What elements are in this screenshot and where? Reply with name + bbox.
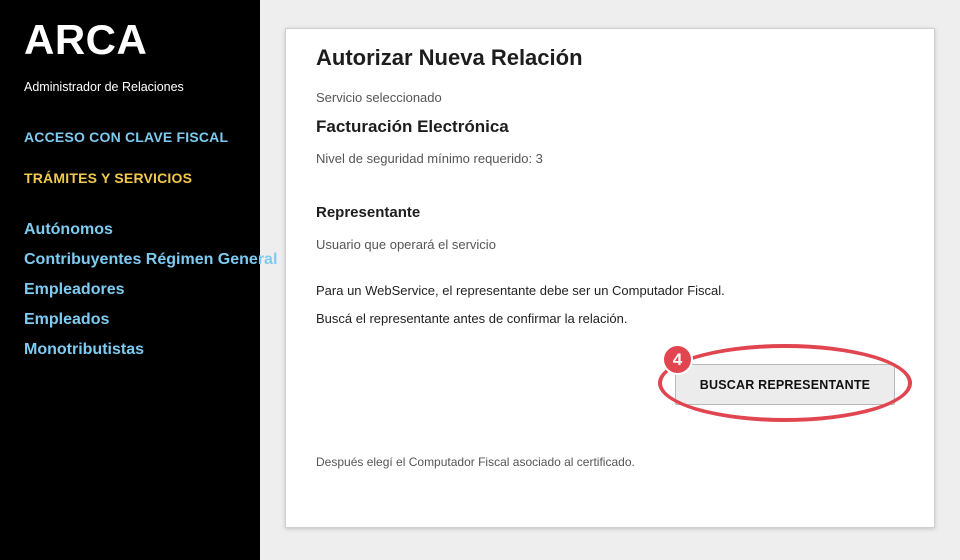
authorize-relation-card: Autorizar Nueva Relación Servicio selecc… [285, 28, 935, 528]
nav-item-empleados[interactable]: Empleados [24, 309, 277, 339]
nav-item-empleadores[interactable]: Empleadores [24, 279, 277, 309]
brand-title: ARCA [24, 16, 148, 63]
step-badge: 4 [662, 344, 693, 375]
representative-user-label: Usuario que operará el servicio [316, 237, 496, 252]
brand-subtitle: Administrador de Relaciones [24, 80, 184, 94]
footnote: Después elegí el Computador Fiscal asoci… [316, 455, 635, 469]
representative-heading: Representante [316, 204, 421, 221]
nav-section-clave-fiscal[interactable]: ACCESO CON CLAVE FISCAL [24, 129, 228, 145]
search-hint: Buscá el representante antes de confirma… [316, 311, 628, 326]
nav-section-tramites[interactable]: TRÁMITES Y SERVICIOS [24, 170, 192, 186]
sidebar: ARCA Administrador de Relaciones ACCESO … [0, 0, 277, 560]
nav-item-contribuyentes[interactable]: Contribuyentes Régimen General [24, 249, 277, 279]
page-title: Autorizar Nueva Relación [316, 45, 583, 70]
search-representative-button[interactable]: BUSCAR REPRESENTANTE [675, 364, 895, 405]
service-name: Facturación Electrónica [316, 117, 509, 136]
webservice-note: Para un WebService, el representante deb… [316, 283, 725, 298]
nav-list: Autónomos Contribuyentes Régimen General… [24, 219, 277, 369]
security-level: Nivel de seguridad mínimo requerido: 3 [316, 151, 543, 166]
nav-item-monotributistas[interactable]: Monotributistas [24, 339, 277, 369]
service-label: Servicio seleccionado [316, 90, 442, 105]
nav-item-autonomos[interactable]: Autónomos [24, 219, 277, 249]
